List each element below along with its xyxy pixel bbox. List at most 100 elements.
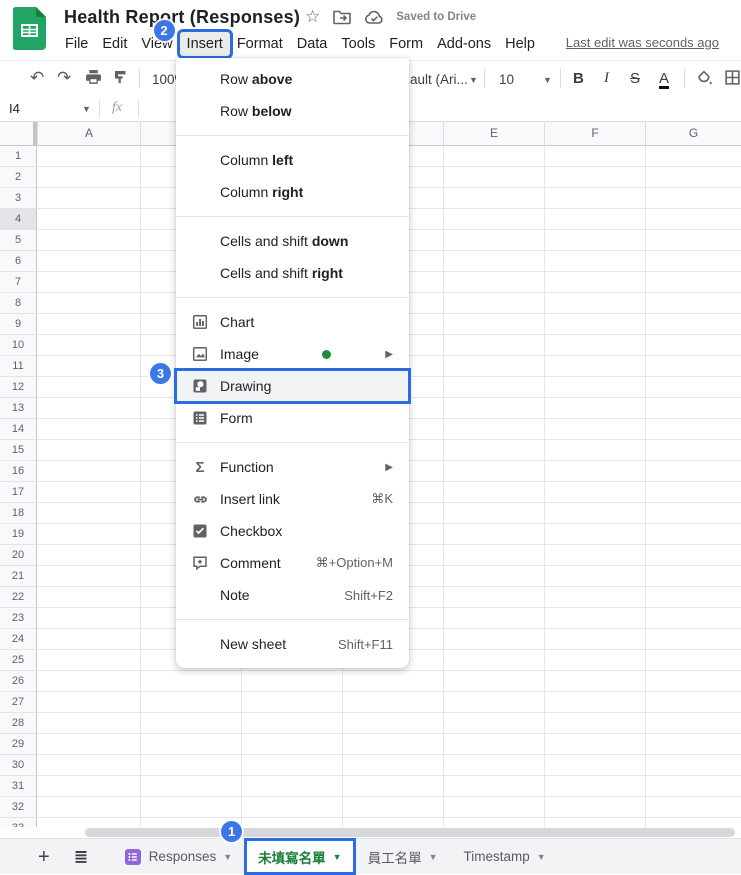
row-header-24[interactable]: 24 bbox=[0, 629, 37, 650]
add-sheet-button[interactable]: + bbox=[38, 847, 50, 867]
sheet-tab-員工名單[interactable]: 員工名單▼ bbox=[355, 839, 451, 875]
chevron-down-icon[interactable]: ▼ bbox=[469, 75, 478, 85]
font-size-select[interactable]: 10 bbox=[499, 72, 514, 87]
menu-item-column-left[interactable]: Column left bbox=[176, 144, 409, 176]
menu-item-cells-and-shift-right[interactable]: Cells and shift right bbox=[176, 257, 409, 289]
chevron-down-icon[interactable]: ▼ bbox=[223, 852, 232, 862]
menu-item-new-sheet[interactable]: New sheetShift+F11 bbox=[176, 628, 409, 660]
row-header-3[interactable]: 3 bbox=[0, 188, 37, 209]
menu-item-form[interactable]: Form bbox=[176, 402, 409, 434]
menu-item-function[interactable]: ΣFunction▶ bbox=[176, 451, 409, 483]
strikethrough-button[interactable]: S bbox=[630, 70, 640, 87]
menubar-item-insert[interactable]: Insert2 bbox=[180, 32, 230, 56]
column-header-a[interactable]: A bbox=[37, 122, 140, 146]
undo-icon[interactable]: ↶ bbox=[30, 69, 44, 87]
row-header-1[interactable]: 1 bbox=[0, 146, 37, 167]
menubar-item-help[interactable]: Help bbox=[498, 32, 542, 56]
row-gridline bbox=[37, 734, 741, 755]
menu-item-row-above[interactable]: Row above bbox=[176, 63, 409, 95]
chevron-down-icon[interactable]: ▼ bbox=[82, 104, 91, 114]
font-select[interactable]: ault (Ari... bbox=[410, 72, 468, 87]
print-icon[interactable] bbox=[85, 69, 102, 86]
row-header-20[interactable]: 20 bbox=[0, 545, 37, 566]
row-header-25[interactable]: 25 bbox=[0, 650, 37, 671]
menubar-item-edit[interactable]: Edit bbox=[95, 32, 134, 56]
row-header-5[interactable]: 5 bbox=[0, 230, 37, 251]
row-header-22[interactable]: 22 bbox=[0, 587, 37, 608]
row-header-8[interactable]: 8 bbox=[0, 293, 37, 314]
menu-item-drawing[interactable]: Drawing3 bbox=[176, 370, 409, 402]
row-header-7[interactable]: 7 bbox=[0, 272, 37, 293]
menu-item-comment[interactable]: Comment⌘+Option+M bbox=[176, 547, 409, 579]
column-header-f[interactable]: F bbox=[544, 122, 645, 146]
horizontal-scrollbar[interactable] bbox=[85, 828, 735, 837]
row-header-29[interactable]: 29 bbox=[0, 734, 37, 755]
row-header-6[interactable]: 6 bbox=[0, 251, 37, 272]
menu-item-row-below[interactable]: Row below bbox=[176, 95, 409, 127]
paint-format-icon[interactable] bbox=[113, 69, 129, 85]
redo-icon[interactable]: ↷ bbox=[57, 69, 71, 87]
menu-item-insert-link[interactable]: Insert link⌘K bbox=[176, 483, 409, 515]
sheet-tab-timestamp[interactable]: Timestamp▼ bbox=[451, 839, 559, 875]
menu-item-cells-and-shift-down[interactable]: Cells and shift down bbox=[176, 225, 409, 257]
row-header-23[interactable]: 23 bbox=[0, 608, 37, 629]
select-all-corner[interactable] bbox=[0, 122, 37, 146]
chevron-down-icon[interactable]: ▼ bbox=[429, 852, 438, 862]
row-header-4[interactable]: 4 bbox=[0, 209, 37, 230]
bold-button[interactable]: B bbox=[573, 70, 584, 87]
chevron-down-icon[interactable]: ▼ bbox=[537, 852, 546, 862]
sheet-tab-未填寫名單[interactable]: 未填寫名單▼1 bbox=[245, 839, 354, 874]
chevron-down-icon[interactable]: ▼ bbox=[543, 75, 552, 85]
menu-item-chart[interactable]: Chart bbox=[176, 306, 409, 338]
link-icon bbox=[191, 491, 209, 508]
row-header-32[interactable]: 32 bbox=[0, 797, 37, 818]
row-header-19[interactable]: 19 bbox=[0, 524, 37, 545]
menubar-item-format[interactable]: Format bbox=[230, 32, 290, 56]
row-header-12[interactable]: 12 bbox=[0, 377, 37, 398]
row-header-13[interactable]: 13 bbox=[0, 398, 37, 419]
menu-item-note[interactable]: NoteShift+F2 bbox=[176, 579, 409, 611]
menu-item-image[interactable]: Image▶ bbox=[176, 338, 409, 370]
row-header-11[interactable]: 11 bbox=[0, 356, 37, 377]
move-folder-icon[interactable] bbox=[333, 9, 351, 25]
row-header-18[interactable]: 18 bbox=[0, 503, 37, 524]
last-edit-link[interactable]: Last edit was seconds ago bbox=[566, 35, 719, 50]
menubar-item-tools[interactable]: Tools bbox=[334, 32, 382, 56]
menu-item-column-right[interactable]: Column right bbox=[176, 176, 409, 208]
document-title[interactable]: Health Report (Responses) bbox=[64, 7, 300, 28]
row-header-17[interactable]: 17 bbox=[0, 482, 37, 503]
menu-shortcut: Shift+F2 bbox=[344, 588, 393, 603]
borders-icon[interactable] bbox=[724, 69, 741, 86]
row-header-28[interactable]: 28 bbox=[0, 713, 37, 734]
menubar-item-add-ons[interactable]: Add-ons bbox=[430, 32, 498, 56]
column-header-e[interactable]: E bbox=[443, 122, 544, 146]
row-header-15[interactable]: 15 bbox=[0, 440, 37, 461]
fill-color-icon[interactable] bbox=[696, 69, 713, 86]
sheet-tab-bar: + Responses▼未填寫名單▼1員工名單▼Timestamp▼ bbox=[0, 838, 741, 874]
row-header-10[interactable]: 10 bbox=[0, 335, 37, 356]
italic-button[interactable]: I bbox=[604, 70, 609, 87]
row-header-27[interactable]: 27 bbox=[0, 692, 37, 713]
row-header-9[interactable]: 9 bbox=[0, 314, 37, 335]
row-header-30[interactable]: 30 bbox=[0, 755, 37, 776]
name-box[interactable]: I4 bbox=[9, 101, 20, 116]
row-header-26[interactable]: 26 bbox=[0, 671, 37, 692]
row-header-31[interactable]: 31 bbox=[0, 776, 37, 797]
menu-item-label: Comment bbox=[220, 555, 281, 571]
toolbar-divider bbox=[560, 69, 561, 88]
all-sheets-icon[interactable] bbox=[73, 849, 89, 865]
menubar-item-file[interactable]: File bbox=[58, 32, 95, 56]
row-header-33[interactable]: 33 bbox=[0, 818, 37, 827]
column-header-g[interactable]: G bbox=[645, 122, 741, 146]
menubar-item-data[interactable]: Data bbox=[290, 32, 335, 56]
row-header-21[interactable]: 21 bbox=[0, 566, 37, 587]
menu-item-checkbox[interactable]: Checkbox bbox=[176, 515, 409, 547]
row-header-2[interactable]: 2 bbox=[0, 167, 37, 188]
text-color-button[interactable]: A bbox=[659, 71, 669, 89]
sheet-tab-responses[interactable]: Responses▼ bbox=[111, 839, 245, 875]
menubar-item-form[interactable]: Form bbox=[382, 32, 430, 56]
row-header-16[interactable]: 16 bbox=[0, 461, 37, 482]
chevron-down-icon[interactable]: ▼ bbox=[333, 852, 342, 862]
row-header-14[interactable]: 14 bbox=[0, 419, 37, 440]
star-icon[interactable]: ☆ bbox=[305, 7, 320, 27]
